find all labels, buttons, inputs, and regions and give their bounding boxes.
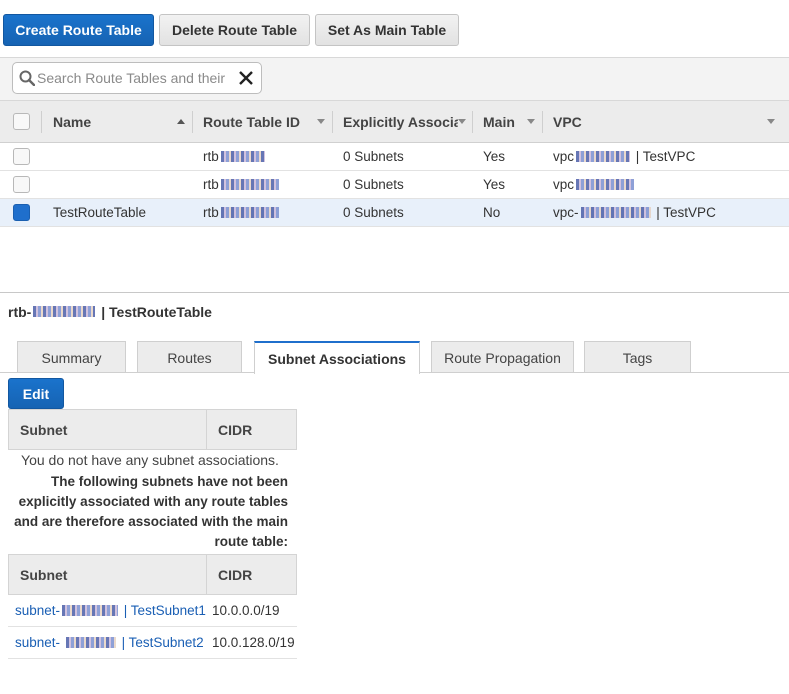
row-explicit-assoc: 0 Subnets <box>343 177 404 192</box>
subnet-row[interactable]: subnet- | TestSubnet2 10.0.128.0/19 <box>8 627 297 659</box>
edit-button[interactable]: Edit <box>8 378 64 409</box>
redacted-id <box>65 637 116 648</box>
column-header-subnet: Subnet <box>20 421 68 438</box>
redacted-id <box>62 605 119 616</box>
empty-associations-message: You do not have any subnet associations. <box>21 452 279 468</box>
main-subnets-header: Subnet CIDR <box>8 554 297 595</box>
table-row[interactable]: rtb 0 Subnets Yes vpc <box>0 171 789 199</box>
clear-search-icon[interactable] <box>237 69 255 90</box>
tab-routes[interactable]: Routes <box>137 341 242 373</box>
sort-icon[interactable] <box>458 119 466 124</box>
column-header-explicitly-associated[interactable]: Explicitly Associat <box>343 101 458 142</box>
search-input[interactable] <box>37 68 233 88</box>
row-route-table-id: rtb <box>203 171 281 198</box>
column-header-cidr: CIDR <box>218 421 253 438</box>
row-name: TestRouteTable <box>53 205 147 220</box>
delete-route-table-button[interactable]: Delete Route Table <box>159 14 310 46</box>
create-route-table-button[interactable]: Create Route Table <box>3 14 154 46</box>
redacted-id <box>220 207 279 218</box>
subnet-cidr: 10.0.0.0/19 <box>212 603 280 618</box>
row-main: Yes <box>483 177 506 192</box>
tab-route-propagation[interactable]: Route Propagation <box>431 341 574 373</box>
column-header-vpc[interactable]: VPC <box>553 101 582 142</box>
select-all-checkbox[interactable] <box>13 113 30 130</box>
row-route-table-id: rtb <box>203 143 267 170</box>
table-row[interactable]: rtb 0 Subnets Yes vpc | TestVPC <box>0 143 789 171</box>
row-main: Yes <box>483 149 506 164</box>
tab-baseline <box>0 372 254 373</box>
column-header-main[interactable]: Main <box>483 101 515 142</box>
main-table-note: The following subnets have not been expl… <box>14 474 288 549</box>
row-checkbox[interactable] <box>13 148 30 165</box>
redacted-id <box>580 207 651 218</box>
redacted-id <box>576 151 631 162</box>
subnet-cidr: 10.0.128.0/19 <box>212 635 295 650</box>
row-explicit-assoc: 0 Subnets <box>343 149 404 164</box>
row-vpc: vpc- | TestVPC <box>553 205 716 220</box>
redacted-id <box>576 179 635 190</box>
tab-tags[interactable]: Tags <box>584 341 691 373</box>
sort-asc-icon[interactable] <box>177 119 185 124</box>
assoc-table-header: Subnet CIDR <box>8 409 297 450</box>
tab-baseline <box>420 372 789 373</box>
redacted-id <box>33 306 96 317</box>
tab-subnet-associations[interactable]: Subnet Associations <box>254 341 420 374</box>
row-vpc: vpc | TestVPC <box>553 149 696 164</box>
row-vpc: vpc <box>553 171 636 198</box>
column-header-cidr: CIDR <box>218 566 253 583</box>
sort-icon[interactable] <box>767 119 775 124</box>
sort-icon[interactable] <box>527 119 535 124</box>
column-header-route-table-id[interactable]: Route Table ID <box>203 101 300 142</box>
subnet-link[interactable]: subnet- | TestSubnet1 <box>15 595 206 626</box>
column-header-name[interactable]: Name <box>53 101 91 142</box>
redacted-id <box>220 179 279 190</box>
search-box[interactable] <box>12 62 262 94</box>
tab-summary[interactable]: Summary <box>17 341 126 373</box>
redacted-id <box>220 151 265 162</box>
set-main-table-button[interactable]: Set As Main Table <box>315 14 459 46</box>
pane-splitter[interactable] <box>0 292 789 293</box>
row-checkbox[interactable] <box>13 176 30 193</box>
route-tables-header: Name Route Table ID Explicitly Associat … <box>0 100 789 143</box>
subnet-link[interactable]: subnet- | TestSubnet2 <box>15 627 204 658</box>
row-checkbox-checked[interactable] <box>13 204 30 221</box>
sort-icon[interactable] <box>317 119 325 124</box>
table-row-selected[interactable]: TestRouteTable rtb 0 Subnets No vpc- | T… <box>0 199 789 227</box>
detail-title: rtb- | TestRouteTable <box>8 304 212 320</box>
search-icon <box>19 70 36 89</box>
column-header-subnet: Subnet <box>20 566 68 583</box>
row-main: No <box>483 205 501 220</box>
subnet-row[interactable]: subnet- | TestSubnet1 10.0.0.0/19 <box>8 595 297 627</box>
row-explicit-assoc: 0 Subnets <box>343 205 404 220</box>
row-route-table-id: rtb <box>203 199 281 226</box>
